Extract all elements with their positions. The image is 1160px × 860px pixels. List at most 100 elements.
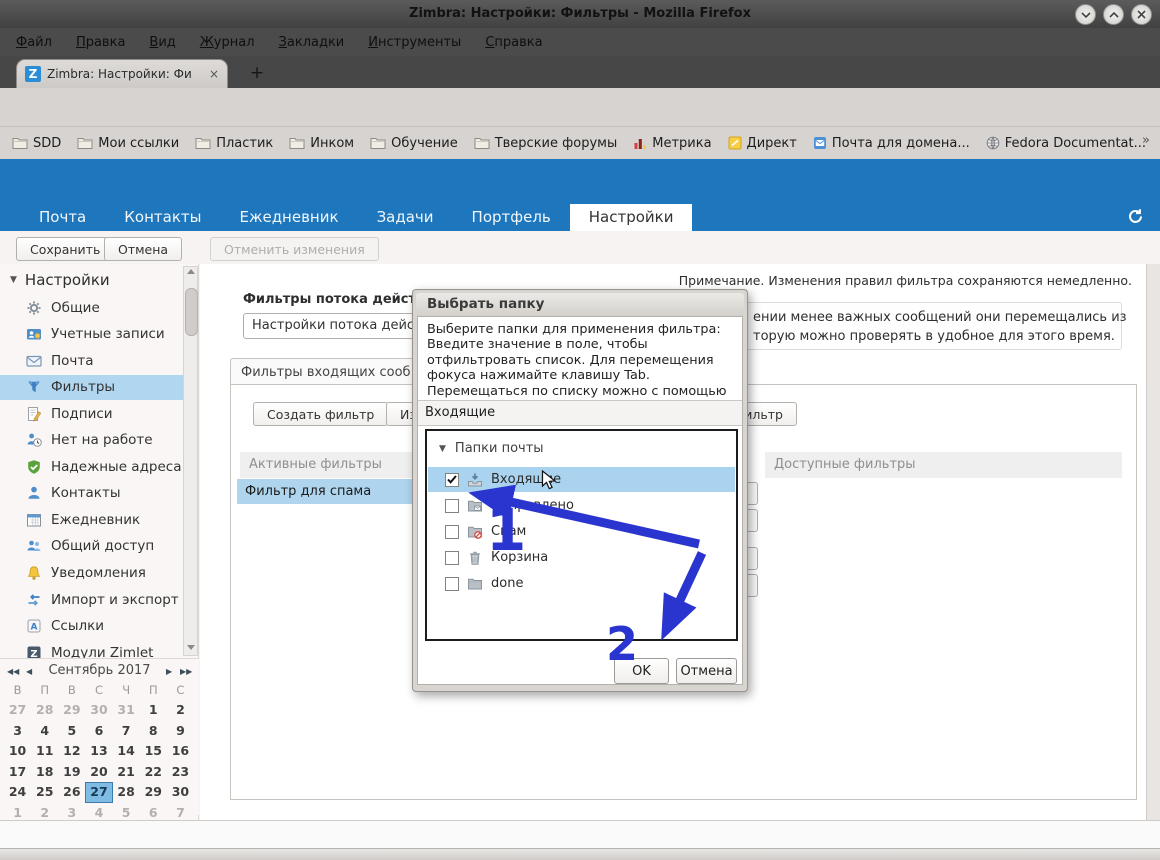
calendar-day[interactable]: 7	[113, 721, 140, 742]
bookmark-item[interactable]: Инком	[289, 136, 354, 151]
scrollbar-up-icon[interactable]	[187, 269, 195, 274]
minimize-button[interactable]	[1075, 4, 1096, 25]
menu-item[interactable]: Вид	[149, 35, 175, 50]
sidebar-item-calendar[interactable]: Ежедневник	[0, 507, 183, 532]
calendar-day[interactable]: 23	[167, 762, 194, 783]
bookmark-item[interactable]: Почта для домена...	[813, 136, 970, 151]
cancel-button[interactable]: Отмена	[104, 237, 183, 261]
calendar-day[interactable]: 29	[58, 700, 85, 721]
bookmark-item[interactable]: Пластик	[195, 136, 273, 151]
menu-item[interactable]: Справка	[485, 35, 542, 50]
calendar-next-month-icon[interactable]: ▶	[166, 667, 172, 676]
calendar-day[interactable]: 16	[167, 741, 194, 762]
folder-checkbox[interactable]	[445, 550, 459, 565]
calendar-day[interactable]: 24	[4, 782, 31, 803]
zimbra-tab[interactable]: Портфель	[453, 204, 570, 231]
calendar-day[interactable]: 26	[58, 782, 85, 803]
dialog-cancel-button[interactable]: Отмена	[676, 658, 737, 684]
folder-checkbox[interactable]	[445, 576, 459, 591]
bookmark-item[interactable]: Директ	[728, 136, 797, 151]
calendar-day[interactable]: 11	[31, 741, 58, 762]
calendar-day[interactable]: 2	[167, 700, 194, 721]
folder-row[interactable]: Входящие	[428, 467, 735, 492]
folder-checkbox[interactable]	[445, 498, 459, 513]
zimbra-tab[interactable]: Контакты	[105, 204, 220, 231]
calendar-next-year-icon[interactable]: ▶▶	[180, 667, 192, 676]
content-scrollbar[interactable]	[1146, 264, 1160, 820]
folder-tree-header[interactable]: ▼ Папки почты	[439, 441, 544, 456]
browser-tab[interactable]: Z Zimbra: Настройки: Фи ×	[16, 59, 228, 88]
calendar-day[interactable]: 29	[140, 782, 167, 803]
refresh-icon[interactable]	[1127, 208, 1144, 225]
bookmark-item[interactable]: Мои ссылки	[77, 136, 179, 151]
sidebar-item-away[interactable]: Нет на работе	[0, 428, 183, 453]
calendar-day[interactable]: 9	[167, 721, 194, 742]
calendar-day[interactable]: 19	[58, 762, 85, 783]
calendar-day[interactable]: 31	[113, 700, 140, 721]
calendar-day[interactable]: 27	[85, 782, 113, 803]
calendar-day[interactable]: 12	[58, 741, 85, 762]
sidebar-item-links[interactable]: A Ссылки	[0, 614, 183, 639]
calendar-day[interactable]: 1	[140, 700, 167, 721]
bookmark-item[interactable]: Обучение	[370, 136, 458, 151]
sidebar-item-importexport[interactable]: Импорт и экспорт	[0, 587, 183, 612]
create-filter-button[interactable]: Создать фильтр	[253, 402, 389, 426]
bookmark-item[interactable]: Fedora Documentat...	[986, 136, 1146, 151]
folder-row[interactable]: done	[428, 571, 735, 596]
menu-item[interactable]: Файл	[16, 35, 52, 50]
calendar-day[interactable]: 8	[140, 721, 167, 742]
dialog-title[interactable]: Выбрать папку	[416, 293, 744, 316]
zimbra-tab[interactable]: Ежедневник	[220, 204, 357, 231]
sidebar-item-bell[interactable]: Уведомления	[0, 561, 183, 586]
close-button[interactable]	[1131, 4, 1152, 25]
calendar-day[interactable]: 18	[31, 762, 58, 783]
menu-item[interactable]: Закладки	[279, 35, 345, 50]
calendar-day[interactable]: 27	[4, 700, 31, 721]
calendar-day[interactable]: 4	[31, 721, 58, 742]
save-button[interactable]: Сохранить	[16, 237, 115, 261]
sidebar-item-contacts[interactable]: Контакты	[0, 481, 183, 506]
menu-item[interactable]: Журнал	[200, 35, 255, 50]
folder-row[interactable]: Отправлено	[428, 493, 735, 518]
sidebar-item-filter[interactable]: Фильтры	[0, 374, 183, 400]
bookmark-item[interactable]: Тверские форумы	[474, 136, 617, 151]
calendar-day[interactable]: 20	[85, 762, 112, 783]
calendar-day[interactable]: 17	[4, 762, 31, 783]
new-tab-button[interactable]: +	[242, 63, 272, 85]
zimbra-tab[interactable]: Настройки	[569, 204, 693, 231]
sidebar-item-signature[interactable]: Подписи	[0, 401, 183, 426]
sidebar-item-accounts[interactable]: Учетные записи	[0, 322, 183, 347]
incoming-filters-tab[interactable]: Фильтры входящих сооб	[230, 358, 426, 385]
bookmark-item[interactable]: Метрика	[633, 136, 712, 151]
calendar-day[interactable]: 28	[113, 782, 140, 803]
menu-item[interactable]: Правка	[76, 35, 125, 50]
calendar-day[interactable]: 25	[31, 782, 58, 803]
bookmarks-overflow-chevron[interactable]: »	[1142, 133, 1150, 148]
zimbra-tab[interactable]: Почта	[20, 204, 105, 231]
menu-item[interactable]: Инструменты	[368, 35, 461, 50]
calendar-day[interactable]: 21	[113, 762, 140, 783]
sidebar-scrollbar-thumb[interactable]	[185, 288, 198, 336]
calendar-day[interactable]: 15	[140, 741, 167, 762]
sidebar-item-trusted[interactable]: Надежные адреса	[0, 454, 183, 479]
calendar-day[interactable]: 3	[4, 721, 31, 742]
sidebar-header[interactable]: ▼ Настройки	[10, 271, 110, 289]
folder-row[interactable]: Спам	[428, 519, 735, 544]
calendar-day[interactable]: 30	[85, 700, 112, 721]
undo-changes-button[interactable]: Отменить изменения	[210, 237, 379, 261]
calendar-day[interactable]: 10	[4, 741, 31, 762]
ok-button[interactable]: OK	[614, 658, 669, 684]
sidebar-item-mail[interactable]: Почта	[0, 348, 183, 373]
bookmark-item[interactable]: SDD	[12, 136, 61, 151]
folder-row[interactable]: Корзина	[428, 545, 735, 570]
folder-checkbox[interactable]	[445, 524, 459, 539]
calendar-day[interactable]: 6	[85, 721, 112, 742]
folder-checkbox[interactable]	[445, 472, 459, 487]
folder-filter-input[interactable]: Входящие	[418, 400, 742, 426]
scrollbar-down-icon[interactable]	[187, 645, 195, 650]
calendar-day[interactable]: 28	[31, 700, 58, 721]
calendar-day[interactable]: 13	[85, 741, 112, 762]
tab-close-icon[interactable]: ×	[209, 67, 219, 81]
maximize-button[interactable]	[1103, 4, 1124, 25]
calendar-day[interactable]: 14	[113, 741, 140, 762]
